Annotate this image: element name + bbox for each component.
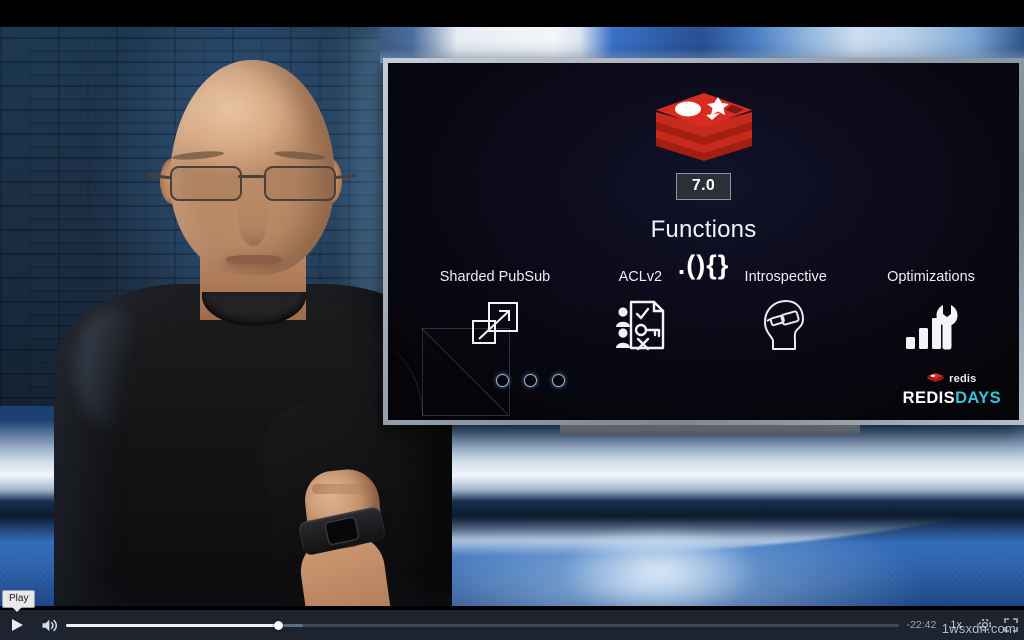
- video-player-page: 7.0 Functions .(){} Sharded PubSub ACLv2…: [0, 0, 1024, 640]
- volume-button[interactable]: [34, 610, 64, 640]
- fullscreen-button[interactable]: [998, 610, 1024, 640]
- letterbox-top: [0, 0, 1024, 27]
- presenter-glasses: [147, 166, 357, 201]
- version-badge: 7.0: [675, 173, 732, 200]
- head-telescope-icon: [763, 300, 804, 350]
- presentation-screen-bezel: 7.0 Functions .(){} Sharded PubSub ACLv2…: [383, 58, 1024, 425]
- shoulder-highlight: [76, 308, 146, 428]
- seek-progress: [66, 624, 279, 627]
- redis-wordmark: redis: [949, 372, 977, 385]
- feature-sharded-pubsub: Sharded PubSub: [430, 269, 560, 353]
- redis-brandmark: redis: [903, 372, 1001, 385]
- glasses-temple-left: [147, 173, 171, 179]
- redisdays-lockup: redis REDISDAYS: [903, 372, 1001, 408]
- volume-icon: [42, 619, 57, 631]
- scale-arrow-icon: [472, 302, 518, 344]
- feature-row: Sharded PubSub ACLv2 Introspective Optim…: [430, 269, 996, 353]
- feature-icon-wrap: [575, 297, 705, 353]
- watch-face: [323, 515, 361, 547]
- feature-label: Optimizations: [887, 269, 975, 285]
- feature-icon-wrap: [721, 297, 851, 353]
- play-tooltip: Play: [2, 590, 36, 612]
- presentation-slide: 7.0 Functions .(){} Sharded PubSub ACLv2…: [388, 63, 1019, 420]
- glasses-lens-right: [264, 166, 336, 201]
- glasses-temple-right: [333, 173, 357, 179]
- feature-icon-wrap: [430, 297, 560, 353]
- play-button[interactable]: [0, 610, 34, 640]
- video-surface[interactable]: 7.0 Functions .(){} Sharded PubSub ACLv2…: [0, 0, 1024, 610]
- glasses-bridge: [238, 175, 264, 178]
- feature-label: ACLv2: [618, 269, 663, 285]
- presenter-knuckles: [312, 484, 374, 494]
- play-icon: [11, 619, 23, 631]
- player-control-bar: Play -22:42 1x 1wsxdn.com: [0, 590, 1024, 640]
- feature-label: Introspective: [744, 269, 827, 285]
- pagination-dot-2[interactable]: [524, 374, 537, 387]
- redis-small-logo-icon: [927, 373, 944, 382]
- seek-bar[interactable]: [66, 610, 899, 640]
- feature-icon-wrap: [866, 297, 996, 353]
- fullscreen-icon: [1004, 618, 1018, 632]
- pagination-dot-3[interactable]: [552, 374, 565, 387]
- acl-document-icon: [616, 300, 665, 351]
- bars-wrench-icon: [905, 305, 958, 350]
- feature-aclv2: ACLv2: [575, 269, 705, 353]
- tv-stand: [560, 425, 860, 435]
- seek-handle[interactable]: [273, 620, 284, 630]
- feature-introspective: Introspective: [721, 269, 851, 353]
- redisdays-wordmark: REDISDAYS: [903, 389, 1001, 408]
- gear-icon: [978, 618, 992, 632]
- redis-logo: [655, 93, 752, 161]
- pagination-dot-1[interactable]: [496, 374, 509, 387]
- settings-button[interactable]: [972, 610, 998, 640]
- glasses-lens-left: [170, 166, 242, 201]
- redisdays-second: DAYS: [955, 389, 1001, 407]
- time-remaining-label: -22:42: [906, 619, 937, 631]
- slide-hero: 7.0 Functions .(){}: [388, 89, 1019, 281]
- feature-label: Sharded PubSub: [439, 269, 551, 285]
- presenter-mouth: [226, 255, 282, 264]
- slide-title: Functions: [650, 216, 757, 243]
- slide-pagination[interactable]: [496, 374, 565, 387]
- feature-optimizations: Optimizations: [866, 269, 996, 353]
- redisdays-first: REDIS: [902, 389, 956, 407]
- floor-light-hotspot: [560, 526, 760, 606]
- playback-speed-button[interactable]: 1x: [950, 619, 962, 631]
